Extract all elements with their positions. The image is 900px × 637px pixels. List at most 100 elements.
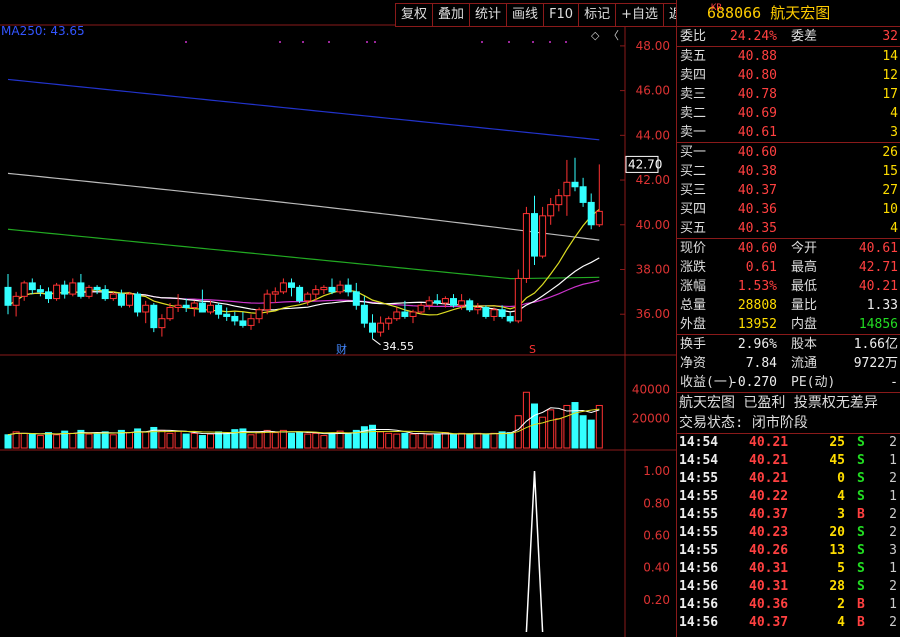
volume-bar[interactable]: [531, 403, 538, 449]
volume-bar[interactable]: [571, 402, 579, 449]
candle-body[interactable]: [142, 304, 150, 313]
bid-row[interactable]: 买三 40.37 27: [677, 181, 900, 200]
bid-row[interactable]: 买一 40.60 26: [677, 143, 900, 162]
candle-body[interactable]: [409, 311, 417, 317]
volume-bar[interactable]: [450, 434, 457, 449]
volume-bar[interactable]: [12, 431, 20, 449]
candle-body[interactable]: [296, 286, 304, 302]
volume-bar[interactable]: [555, 418, 563, 449]
candle-body[interactable]: [279, 282, 287, 293]
candle-body[interactable]: [271, 291, 279, 295]
candle-body[interactable]: [458, 300, 466, 306]
bid-row[interactable]: 买二 40.38 15: [677, 162, 900, 181]
candle-body[interactable]: [190, 302, 198, 309]
bid-row[interactable]: 买五 40.35 4: [677, 219, 900, 238]
trade-row[interactable]: 14:56 40.31 28 S 2: [677, 578, 900, 596]
candle-body[interactable]: [320, 286, 328, 291]
candle-body[interactable]: [328, 286, 336, 293]
candle-body[interactable]: [134, 293, 142, 313]
volume-bar[interactable]: [344, 432, 352, 449]
candle-body[interactable]: [28, 282, 36, 291]
candle-body[interactable]: [490, 309, 498, 317]
trade-row[interactable]: 14:55 40.21 0 S 2: [677, 470, 900, 488]
special-marker[interactable]: S: [529, 343, 536, 356]
candle-body[interactable]: [336, 284, 344, 293]
ask-row[interactable]: 卖四 40.80 12: [677, 66, 900, 85]
candle-body[interactable]: [595, 210, 603, 226]
volume-bar[interactable]: [474, 432, 482, 449]
candle-body[interactable]: [377, 322, 385, 333]
candle-body[interactable]: [126, 293, 133, 306]
volume-bar[interactable]: [85, 433, 93, 449]
volume-bar[interactable]: [595, 404, 603, 449]
volume-bar[interactable]: [393, 433, 401, 449]
candle-body[interactable]: [563, 181, 571, 197]
candle-body[interactable]: [182, 304, 190, 309]
candle-body[interactable]: [166, 307, 174, 320]
candle-body[interactable]: [385, 318, 393, 324]
candle-body[interactable]: [312, 289, 320, 295]
candle-body[interactable]: [223, 313, 231, 317]
volume-bar[interactable]: [320, 435, 328, 449]
candle-body[interactable]: [174, 304, 182, 309]
volume-bar[interactable]: [417, 432, 425, 449]
candle-body[interactable]: [531, 213, 538, 257]
volume-bar[interactable]: [69, 432, 77, 449]
volume-bar[interactable]: [409, 433, 417, 449]
candle-body[interactable]: [579, 186, 587, 203]
volume-bar[interactable]: [93, 432, 101, 449]
candle-body[interactable]: [417, 304, 425, 313]
candle-body[interactable]: [69, 282, 77, 295]
candle-body[interactable]: [255, 309, 263, 320]
candle-body[interactable]: [522, 213, 530, 279]
ask-row[interactable]: 卖五 40.88 14: [677, 47, 900, 66]
trade-ticks[interactable]: 14:54 40.21 25 S 2 14:54 40.21 45 S 1 14:55 40.21 0 S…: [677, 434, 900, 632]
diamond-icon[interactable]: ◇: [591, 29, 600, 42]
volume-bar[interactable]: [579, 415, 587, 449]
volume-bar[interactable]: [377, 431, 385, 449]
candle-body[interactable]: [61, 284, 69, 295]
candle-body[interactable]: [36, 289, 44, 293]
volume-bar[interactable]: [482, 433, 490, 449]
volume-bar[interactable]: [466, 433, 474, 449]
candle-body[interactable]: [215, 304, 223, 315]
volume-bar[interactable]: [425, 434, 433, 449]
candle-body[interactable]: [360, 304, 368, 324]
volume-bar[interactable]: [587, 419, 595, 449]
volume-bar[interactable]: [360, 426, 368, 449]
volume-bar[interactable]: [198, 435, 206, 449]
candle-body[interactable]: [369, 322, 376, 333]
volume-bar[interactable]: [490, 432, 498, 449]
candle-body[interactable]: [514, 277, 522, 322]
candle-body[interactable]: [304, 293, 312, 302]
volume-bar[interactable]: [207, 433, 214, 449]
volume-bar[interactable]: [288, 432, 295, 449]
volume-bar[interactable]: [174, 430, 182, 449]
candle-body[interactable]: [207, 304, 214, 313]
candle-body[interactable]: [425, 300, 433, 306]
volume-bar[interactable]: [441, 432, 449, 449]
candle-body[interactable]: [77, 282, 85, 297]
toolbar-button[interactable]: 标记: [578, 4, 615, 26]
trade-row[interactable]: 14:56 40.31 5 S 1: [677, 560, 900, 578]
candle-body[interactable]: [239, 320, 247, 326]
financial-report-marker[interactable]: 财: [336, 342, 347, 356]
volume-bar[interactable]: [182, 433, 190, 449]
candle-body[interactable]: [4, 286, 12, 306]
volume-bar[interactable]: [215, 431, 223, 449]
volume-bar[interactable]: [142, 431, 150, 449]
trade-row[interactable]: 14:55 40.26 13 S 3: [677, 542, 900, 560]
volume-bar[interactable]: [263, 429, 271, 449]
volume-bar[interactable]: [126, 432, 133, 449]
ask-row[interactable]: 卖三 40.78 17: [677, 85, 900, 104]
candle-body[interactable]: [401, 311, 409, 317]
candle-body[interactable]: [158, 318, 166, 329]
volume-bar[interactable]: [45, 432, 52, 449]
volume-bar[interactable]: [158, 429, 166, 449]
toolbar-button[interactable]: 叠加: [432, 4, 469, 26]
candle-body[interactable]: [231, 315, 239, 322]
volume-bar[interactable]: [28, 433, 36, 449]
candle-body[interactable]: [288, 282, 295, 288]
toolbar-button[interactable]: F10: [543, 4, 578, 26]
ask-row[interactable]: 卖一 40.61 3: [677, 123, 900, 142]
